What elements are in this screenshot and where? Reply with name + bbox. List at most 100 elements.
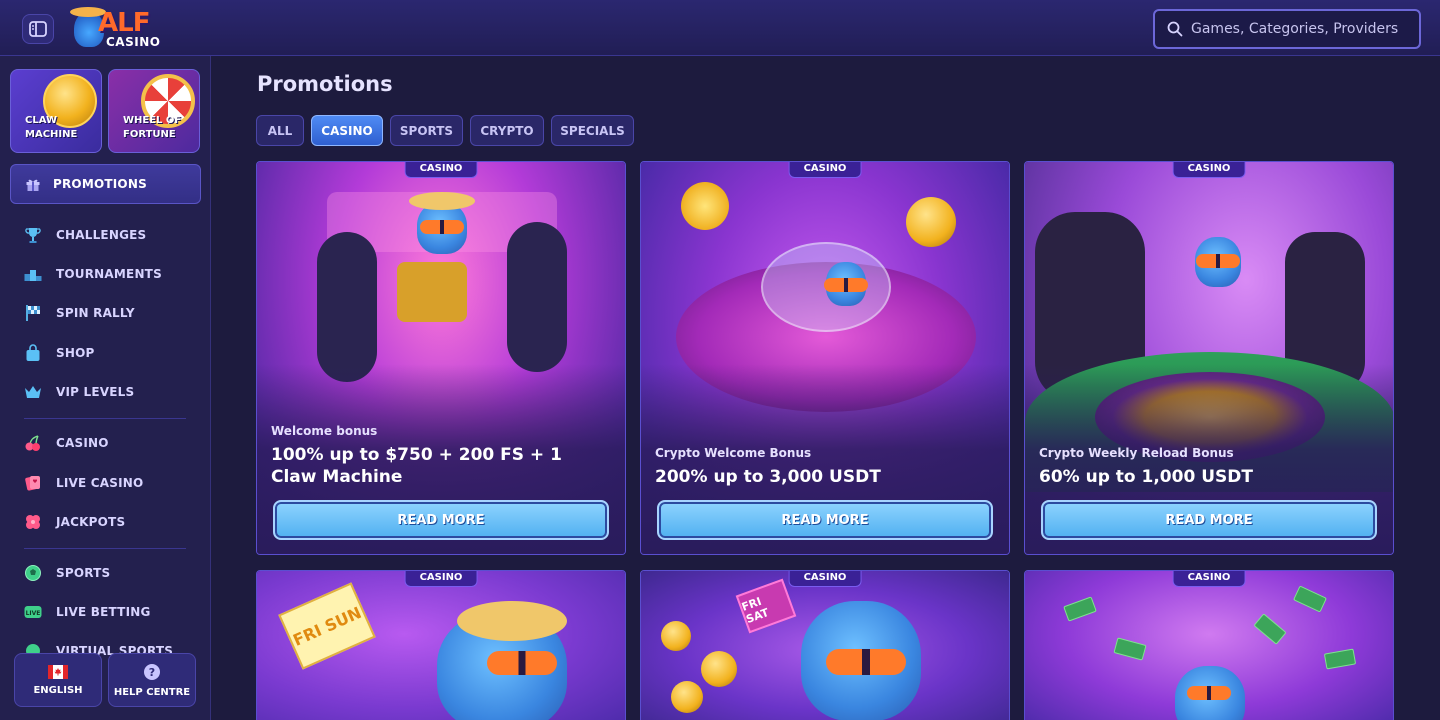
category-badge: CASINO xyxy=(404,162,478,178)
promo-headline: 60% up to 1,000 USDT xyxy=(1039,467,1253,487)
sunglasses-icon xyxy=(826,649,906,675)
weekend-sign: FRI SUN xyxy=(278,582,376,670)
vip-levels-label: VIP LEVELS xyxy=(56,385,135,399)
category-badge: CASINO xyxy=(1172,162,1246,178)
category-badge: CASINO xyxy=(404,571,478,587)
sidebar-divider xyxy=(24,548,186,549)
trophy-icon xyxy=(24,226,42,244)
soccer-ball-icon xyxy=(24,564,42,582)
coin-icon xyxy=(701,651,737,687)
coin-icon xyxy=(671,681,703,713)
challenges-label: CHALLENGES xyxy=(56,228,147,242)
help-centre-button[interactable]: ? HELP CENTRE xyxy=(108,653,196,707)
promo-card[interactable]: FRI SUN CASINO xyxy=(256,570,626,720)
shopping-bag-icon xyxy=(24,344,42,362)
promo-headline: 100% up to $750 + 200 FS + 1 Claw Machin… xyxy=(271,445,562,487)
checkered-flag-icon xyxy=(24,304,42,322)
sidebar: CLAW MACHINE WHEEL OF FORTUNE PROMOTIONS… xyxy=(0,56,211,720)
promo-card-crypto-reload[interactable]: CASINO Crypto Weekly Reload Bonus 60% up… xyxy=(1024,161,1394,555)
sidebar-item-jackpots[interactable]: JACKPOTS xyxy=(24,511,125,533)
bitcoin-coin-icon xyxy=(906,197,956,247)
cherries-icon xyxy=(24,434,42,452)
hat-icon xyxy=(409,192,475,210)
filter-crypto[interactable]: CRYPTO xyxy=(470,115,544,146)
wheel-of-fortune-tile[interactable]: WHEEL OF FORTUNE xyxy=(108,69,200,153)
sidebar-divider xyxy=(24,418,186,419)
agent-figure xyxy=(317,232,377,382)
sunglasses-icon xyxy=(420,220,464,234)
claw-machine-tile[interactable]: CLAW MACHINE xyxy=(10,69,102,153)
read-more-button[interactable]: READ MORE xyxy=(657,500,993,540)
sidebar-item-sports[interactable]: SPORTS xyxy=(24,562,110,584)
sidebar-item-casino[interactable]: CASINO xyxy=(24,432,109,454)
svg-text:?: ? xyxy=(149,666,155,679)
language-button[interactable]: ENGLISH xyxy=(14,653,102,707)
search-icon xyxy=(1167,21,1183,37)
sports-label: SPORTS xyxy=(56,566,111,580)
cash-bill-icon xyxy=(1323,648,1357,670)
sidebar-item-vip-levels[interactable]: VIP LEVELS xyxy=(24,381,134,403)
live-badge-icon: LIVE xyxy=(24,603,42,621)
sidebar-panel-icon xyxy=(29,21,47,37)
sidebar-toggle-button[interactable] xyxy=(22,14,54,44)
read-more-button[interactable]: READ MORE xyxy=(1041,500,1377,540)
canada-flag-icon xyxy=(48,664,68,679)
search-input[interactable] xyxy=(1191,21,1411,37)
read-more-button[interactable]: READ MORE xyxy=(273,500,609,540)
live-casino-label: LIVE CASINO xyxy=(56,476,144,490)
sunglasses-icon xyxy=(1196,254,1240,268)
promotions-label: PROMOTIONS xyxy=(53,177,147,191)
wheel-of-fortune-label: WHEEL OF FORTUNE xyxy=(123,115,182,140)
spin-rally-label: SPIN RALLY xyxy=(56,306,135,320)
category-badge: CASINO xyxy=(788,571,862,587)
sidebar-item-shop[interactable]: SHOP xyxy=(24,342,94,364)
promo-artwork: FRI SAT xyxy=(641,571,1009,720)
promo-card-crypto-welcome[interactable]: CASINO Crypto Welcome Bonus 200% up to 3… xyxy=(640,161,1010,555)
category-badge: CASINO xyxy=(1172,571,1246,587)
sunglasses-icon xyxy=(487,651,557,675)
hat-icon xyxy=(457,601,567,641)
logo-text: ALF xyxy=(98,8,150,38)
casino-logo[interactable]: ALF CASINO xyxy=(70,5,160,51)
sidebar-item-promotions[interactable]: PROMOTIONS xyxy=(10,164,201,204)
promo-card-welcome[interactable]: CASINO Welcome bonus 100% up to $750 + 2… xyxy=(256,161,626,555)
sidebar-item-live-casino[interactable]: LIVE CASINO xyxy=(24,472,143,494)
promo-subtitle: Welcome bonus xyxy=(271,424,378,438)
promo-artwork: FRI SUN xyxy=(257,571,625,720)
live-betting-label: LIVE BETTING xyxy=(56,605,151,619)
search-box[interactable] xyxy=(1153,9,1421,49)
agent-figure xyxy=(507,222,567,372)
promo-card[interactable]: FRI SAT CASINO xyxy=(640,570,1010,720)
tether-coin-icon xyxy=(681,182,729,230)
casino-label: CASINO xyxy=(56,436,109,450)
promo-headline: 200% up to 3,000 USDT xyxy=(655,467,881,487)
top-bar: ALF CASINO xyxy=(0,0,1440,56)
jackpots-label: JACKPOTS xyxy=(56,515,126,529)
coin-icon xyxy=(661,621,691,651)
filter-specials[interactable]: SPECIALS xyxy=(551,115,634,146)
tournaments-label: TOURNAMENTS xyxy=(56,267,162,281)
shop-label: SHOP xyxy=(56,346,95,360)
sidebar-item-tournaments[interactable]: TOURNAMENTS xyxy=(24,263,162,285)
sidebar-item-live-betting[interactable]: LIVE LIVE BETTING xyxy=(24,601,151,623)
promo-card[interactable]: CASINO xyxy=(1024,570,1394,720)
cash-bill-icon xyxy=(1063,596,1097,622)
filter-sports[interactable]: SPORTS xyxy=(390,115,463,146)
cash-bill-icon xyxy=(1293,585,1327,613)
help-centre-label: HELP CENTRE xyxy=(113,686,191,698)
svg-text:LIVE: LIVE xyxy=(26,610,41,617)
sidebar-item-spin-rally[interactable]: SPIN RALLY xyxy=(24,302,135,324)
sunglasses-icon xyxy=(1187,686,1231,700)
briefcase-icon xyxy=(397,262,467,322)
page-title: Promotions xyxy=(257,72,393,96)
category-badge: CASINO xyxy=(788,162,862,178)
filter-all[interactable]: ALL xyxy=(256,115,304,146)
filter-casino[interactable]: CASINO xyxy=(311,115,383,146)
promo-subtitle: Crypto Weekly Reload Bonus xyxy=(1039,446,1234,460)
claw-machine-label: CLAW MACHINE xyxy=(25,115,78,140)
sidebar-item-challenges[interactable]: CHALLENGES xyxy=(24,224,146,246)
clover-icon xyxy=(24,513,42,531)
cards-icon xyxy=(24,474,42,492)
crown-icon xyxy=(24,383,42,401)
weekend-sign: FRI SAT xyxy=(735,578,797,634)
